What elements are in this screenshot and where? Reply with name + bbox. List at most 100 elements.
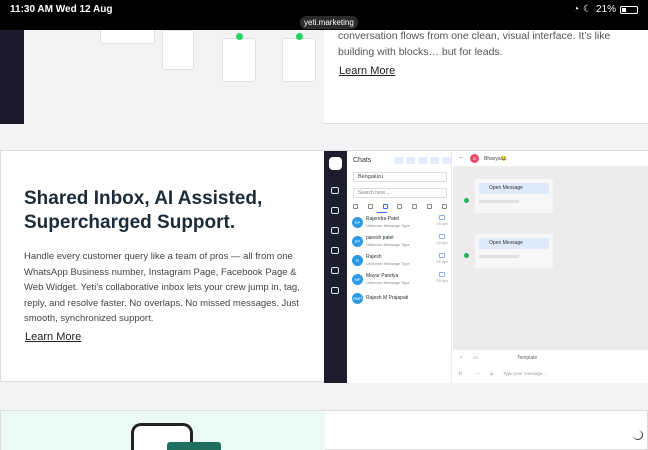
home-icon[interactable] [331,247,339,254]
chat-list-item[interactable]: MP Mayur Pandya Unknown Message Type 05 … [352,272,450,290]
message-bubble: Open Message [475,234,553,268]
active-tab-indicator [377,212,387,213]
avatar: B [470,154,479,163]
template-tab[interactable]: Template [517,355,537,361]
conversation-panel: ← B Bhavya😂 Open Message Open Message ◔ … [453,151,648,383]
chat-date: 05 Apr [436,259,448,264]
message-text [479,200,519,203]
open-message-button[interactable]: Open Message [479,183,549,194]
megaphone-icon[interactable] [331,207,339,214]
channel-icon [439,234,446,239]
chat-meta: 05 Apr [436,234,448,245]
last-message: Unknown Message Type [366,280,410,285]
chat-date: 05 Apr [436,278,448,283]
battery-percent: 21% [595,4,616,15]
chat-list-item[interactable]: RMP Rajesh M Prajapati [352,291,450,309]
app-sidebar [324,151,347,383]
contact-name: Rajesh M Prajapati [366,295,409,301]
message-bubble: Open Message [475,179,553,213]
filter-chip[interactable] [418,157,427,164]
tab-all[interactable] [353,204,358,209]
tab-mail[interactable] [427,204,433,209]
flow-node [162,30,194,70]
loading-spinner-icon [633,430,643,440]
chat-date: 05 Apr [436,221,448,226]
contact-name: Rajendra Patel [366,216,400,222]
composer: ◔ ▭ Template ⌑ ⋯ ☺ Type your message... [453,350,648,383]
section-description: Handle every customer query like a team … [24,251,300,324]
crop-icon[interactable] [331,187,339,194]
chats-title: Chats [353,157,372,164]
moon-icon: ☾ [583,4,592,15]
whatsapp-icon [296,33,303,40]
chat-list-panel: Chats Bengaluru Search here... RP Rajend… [348,151,452,383]
contact-name: Rajesh [366,254,382,260]
contact-name: Mayur Pandya [366,273,399,279]
grid-icon[interactable] [331,287,339,294]
filter-chip[interactable] [406,157,415,164]
open-message-button[interactable]: Open Message [479,238,549,249]
avatar: R [352,255,363,266]
shared-inbox-card: Shared Inbox, AI Assisted, Supercharged … [0,150,648,383]
channel-icon [439,215,446,220]
inbox-app-preview: Chats Bengaluru Search here... RP Rajend… [324,151,648,383]
flow-node [222,38,256,82]
flow-node [100,28,155,44]
chat-date: 05 Apr [436,240,448,245]
conversation-contact-name: Bhavya😂 [484,156,507,162]
reply-tab-icon[interactable]: ◔ [459,355,462,361]
attach-icon[interactable]: ⌑ [459,371,462,377]
filter-chip[interactable] [394,157,403,164]
sender-avatar [464,198,469,203]
status-bar: 11:30 AM Wed 12 Aug yeti.marketing ◔ ☾ 2… [0,0,648,30]
note-tab-icon[interactable]: ▭ [473,355,478,361]
yeti-logo [329,157,342,170]
whatsapp-message-card [167,442,221,450]
avatar: PP [352,236,363,247]
chat-list-item[interactable]: R Rajesh Unknown Message Type 05 Apr [352,253,450,271]
page: conversation flows from one clean, visua… [0,0,648,450]
flow-builder-description: conversation flows from one clean, visua… [338,30,611,58]
back-arrow-icon[interactable]: ← [458,154,465,161]
whatsapp-preview [1,411,325,450]
message-text [479,255,519,258]
message-input[interactable]: Type your message... [503,371,546,376]
channel-icon [439,253,446,258]
message-thread: Open Message Open Message [453,167,648,350]
tab-instagram[interactable] [367,204,373,209]
tab-whatsapp[interactable] [382,204,388,209]
last-message: Unknown Message Type [366,223,410,228]
url-pill[interactable]: yeti.marketing [300,16,358,29]
section-title: Shared Inbox, AI Assisted, Supercharged … [24,188,263,233]
chat-meta: 05 Apr [436,272,448,283]
avatar: MP [352,274,363,285]
chat-meta: 05 Apr [436,215,448,226]
emoji-icon[interactable]: ☺ [489,371,494,377]
tab-facebook[interactable] [397,204,403,209]
last-message: Unknown Message Type [366,242,410,247]
flow-node [282,38,316,82]
chat-meta: 05 Apr [436,253,448,264]
learn-more-link[interactable]: Learn More [25,331,81,343]
chat-list-item[interactable]: PP paresh patel Unknown Message Type 05 … [352,234,450,252]
location-select[interactable]: Bengaluru [353,172,447,182]
share-icon[interactable] [331,227,339,234]
sender-avatar [464,253,469,258]
tab-more[interactable] [441,204,447,209]
channel-tabs [353,204,447,210]
filter-chip[interactable] [430,157,439,164]
conversation-header: ← B Bhavya😂 [453,151,648,167]
status-time: 11:30 AM Wed 12 Aug [10,4,113,15]
more-icon[interactable]: ⋯ [475,371,480,377]
chat-search-input[interactable]: Search here... [353,188,447,198]
whatsapp-icon [236,33,243,40]
contact-name: paresh patel [366,235,394,241]
learn-more-link[interactable]: Learn More [339,65,395,77]
tab-web[interactable] [412,204,418,209]
chat-list-item[interactable]: RP Rajendra Patel Unknown Message Type 0… [352,215,450,233]
contacts-icon[interactable] [331,267,339,274]
next-feature-card [0,410,648,450]
wifi-icon: ◔ [572,4,580,15]
chevron-down-icon[interactable] [442,157,451,164]
channel-icon [439,272,446,277]
